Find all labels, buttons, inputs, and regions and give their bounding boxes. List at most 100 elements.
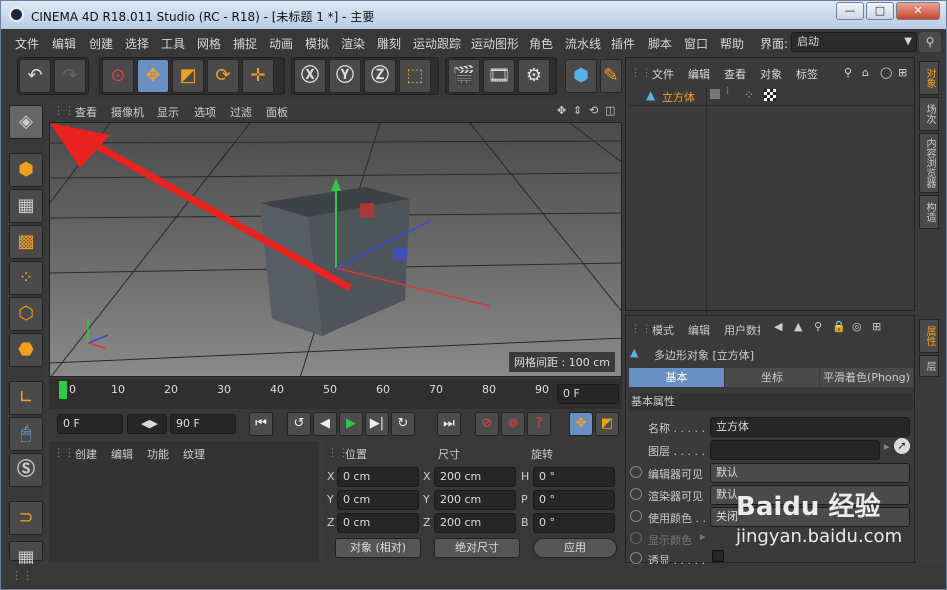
current-frame-field[interactable]: 0 F <box>557 384 619 404</box>
frame-stepper[interactable]: ◀▶ <box>127 414 167 434</box>
scale-key-icon[interactable]: ◩ <box>595 412 619 436</box>
tab-attributes[interactable]: 属性 <box>919 319 939 353</box>
new-window-icon[interactable]: ⊞ <box>872 320 881 333</box>
animate-radio-icon[interactable] <box>630 466 642 478</box>
auto-key-icon[interactable]: ⊚ <box>501 412 525 436</box>
previous-frame-icon[interactable]: ◀ <box>313 412 337 436</box>
perspective-viewport[interactable]: 网格间距 : 100 cm <box>49 122 622 377</box>
home-icon[interactable]: ⌂ <box>862 66 869 79</box>
menu-plugins[interactable]: 插件 <box>611 35 635 52</box>
material-menu-create[interactable]: 创建 <box>75 446 97 462</box>
viewport-zoom-icon[interactable]: ⇕ <box>573 104 582 117</box>
material-menu-edit[interactable]: 编辑 <box>111 446 133 462</box>
workplane-mode-icon[interactable]: ▩ <box>9 225 43 259</box>
y-axis-lock-icon[interactable]: Ⓨ <box>329 59 361 93</box>
tab-basic[interactable]: 基本 <box>629 368 724 387</box>
edges-mode-icon[interactable]: ⬡ <box>9 297 43 331</box>
animate-radio-icon[interactable] <box>630 552 642 564</box>
up-arrow-icon[interactable]: ▲ <box>794 320 802 333</box>
undo-icon[interactable]: ↶ <box>19 59 51 93</box>
object-menu-view[interactable]: 查看 <box>724 66 746 82</box>
new-window-icon[interactable]: ⊞ <box>898 66 907 79</box>
go-to-end-icon[interactable]: ⏭ <box>437 412 461 436</box>
texture-mode-icon[interactable]: ▦ <box>9 189 43 223</box>
layer-input[interactable] <box>710 440 880 460</box>
rotation-h-field[interactable]: 0 ° <box>533 467 615 487</box>
snap-icon[interactable]: Ⓢ <box>9 453 43 487</box>
redo-icon[interactable]: ↷ <box>54 59 86 93</box>
tab-coordinates[interactable]: 坐标 <box>725 368 819 387</box>
tab-takes[interactable]: 场次 <box>919 97 939 131</box>
rotate-tool-icon[interactable]: ⟳ <box>207 59 239 93</box>
name-input[interactable]: 立方体 <box>710 417 910 437</box>
minimize-button[interactable]: — <box>836 2 864 20</box>
size-x-field[interactable]: 200 cm <box>434 467 516 487</box>
search-icon[interactable]: ⚲ <box>919 32 941 52</box>
menu-pipeline[interactable]: 流水线 <box>565 35 601 52</box>
search-icon[interactable]: ⚲ <box>814 320 822 333</box>
viewport-menu-view[interactable]: 查看 <box>75 104 97 120</box>
end-frame-field[interactable]: 90 F <box>170 414 236 434</box>
object-menu-edit[interactable]: 编辑 <box>688 66 710 82</box>
phong-tag-icon[interactable]: ⁘ <box>744 88 754 102</box>
previous-key-icon[interactable]: ↺ <box>287 412 311 436</box>
menu-mograph[interactable]: 运动图形 <box>471 35 519 52</box>
material-menu-texture[interactable]: 纹理 <box>183 446 205 462</box>
object-menu-objects[interactable]: 对象 <box>760 66 782 82</box>
menu-mesh[interactable]: 网格 <box>197 35 221 52</box>
size-y-field[interactable]: 200 cm <box>434 490 516 510</box>
axis-mode-icon[interactable]: ∟ <box>9 381 43 415</box>
editor-visible-dropdown[interactable]: 默认 <box>710 463 910 483</box>
transform-icon[interactable]: ✛ <box>242 59 274 93</box>
polygons-mode-icon[interactable]: ⬣ <box>9 333 43 367</box>
viewport-menu-filter[interactable]: 过滤 <box>230 104 252 120</box>
keyframe-selection-icon[interactable]: ? <box>527 412 551 436</box>
tweak-mode-icon[interactable]: 🖱 <box>9 417 43 451</box>
attribute-menu-userdata[interactable]: 用户数据 <box>724 322 760 338</box>
menu-select[interactable]: 选择 <box>125 35 149 52</box>
position-z-field[interactable]: 0 cm <box>337 513 419 533</box>
make-editable-icon[interactable]: ◈ <box>9 105 43 139</box>
menu-sculpt[interactable]: 雕刻 <box>377 35 401 52</box>
size-z-field[interactable]: 200 cm <box>434 513 516 533</box>
cube-primitive-icon[interactable]: ⬢ <box>565 59 597 93</box>
tab-structure[interactable]: 构造 <box>919 195 939 229</box>
menu-tools[interactable]: 工具 <box>161 35 185 52</box>
tab-phong[interactable]: 平滑着色(Phong) <box>820 368 913 387</box>
move-tool-icon[interactable]: ✥ <box>137 59 169 93</box>
menu-character[interactable]: 角色 <box>529 35 553 52</box>
close-button[interactable]: ✕ <box>896 2 940 20</box>
live-selection-icon[interactable]: ⊙ <box>102 59 134 93</box>
tab-layers[interactable]: 层 <box>919 355 939 377</box>
coordinate-system-icon[interactable]: ⬚ <box>399 59 431 93</box>
object-menu-tags[interactable]: 标签 <box>796 66 818 82</box>
tab-objects[interactable]: 对象 <box>919 61 939 95</box>
menu-animate[interactable]: 动画 <box>269 35 293 52</box>
position-y-field[interactable]: 0 cm <box>337 490 419 510</box>
coordinate-mode-dropdown[interactable]: 对象 (相对) <box>335 538 421 558</box>
size-mode-dropdown[interactable]: 绝对尺寸 <box>434 538 520 558</box>
start-frame-field[interactable]: 0 F <box>57 414 123 434</box>
viewport-move-icon[interactable]: ✥ <box>557 104 566 117</box>
timeline[interactable]: 0 10 20 30 40 50 60 70 80 90 0 F <box>49 379 622 409</box>
menu-script[interactable]: 脚本 <box>648 35 672 52</box>
viewport-menu-options[interactable]: 选项 <box>194 104 216 120</box>
viewport-menu-camera[interactable]: 摄像机 <box>111 104 144 120</box>
layer-swatch-icon[interactable] <box>710 89 720 99</box>
animate-radio-icon[interactable] <box>630 510 642 522</box>
record-keys-icon[interactable]: ⊘ <box>475 412 499 436</box>
z-axis-lock-icon[interactable]: Ⓩ <box>364 59 396 93</box>
model-mode-icon[interactable]: ⬢ <box>9 153 43 187</box>
viewport-menu-display[interactable]: 显示 <box>157 104 179 120</box>
apply-button[interactable]: 应用 <box>533 538 617 558</box>
render-view-icon[interactable]: 🎬 <box>448 59 480 93</box>
menu-render[interactable]: 渲染 <box>341 35 365 52</box>
menu-window[interactable]: 窗口 <box>684 35 708 52</box>
settings-icon[interactable]: ◎ <box>852 320 862 333</box>
search-icon[interactable]: ⚲ <box>844 66 852 79</box>
attribute-menu-mode[interactable]: 模式 <box>652 322 674 338</box>
viewport-layout-icon[interactable]: ◫ <box>605 104 615 117</box>
viewport-rotate-icon[interactable]: ⟲ <box>589 104 598 117</box>
scale-tool-icon[interactable]: ◩ <box>172 59 204 93</box>
object-row-cube[interactable]: ▲ 立方体 ⁞ ⁘ <box>628 86 914 346</box>
